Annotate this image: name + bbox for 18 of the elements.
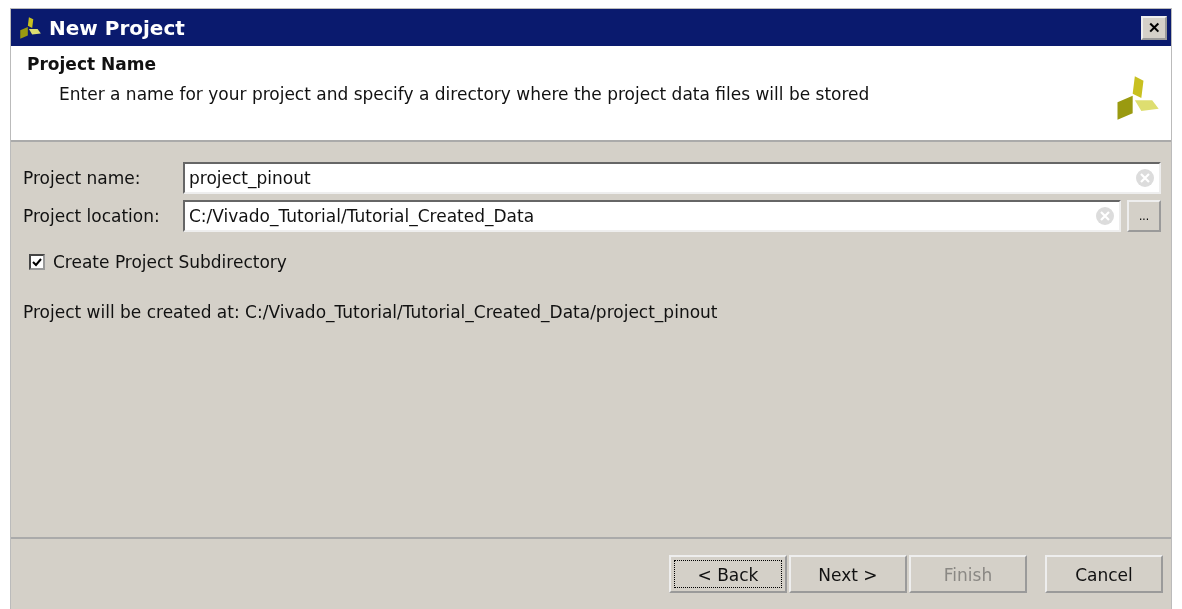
dialog-button[interactable]: Next > bbox=[789, 555, 907, 593]
checkbox[interactable] bbox=[29, 254, 45, 270]
close-button[interactable]: ✕ bbox=[1141, 15, 1167, 40]
page-description: Enter a name for your project and specify a directory where the project data files will be stored bbox=[58, 83, 871, 104]
clear-icon[interactable] bbox=[1095, 206, 1115, 226]
field-label: Project name: bbox=[23, 168, 142, 188]
logo-icon bbox=[17, 14, 43, 41]
window-title: New Project bbox=[49, 15, 186, 40]
checkbox-label[interactable]: Create Project Subdirectory bbox=[53, 252, 287, 272]
input-field[interactable]: C:/Vivado_Tutorial/Tutorial_Created_Data bbox=[183, 200, 1121, 232]
info-text: Project will be created at: C:/Vivado_Tutorial/Tutorial_Created_Data/project_pinout bbox=[23, 302, 719, 322]
dialog-button[interactable]: Cancel bbox=[1045, 555, 1163, 593]
input-field[interactable]: project_pinout bbox=[183, 162, 1161, 194]
page-title: Project Name bbox=[27, 54, 157, 74]
dialog-button[interactable]: < Back bbox=[669, 555, 787, 593]
browse-button[interactable]: ... bbox=[1127, 200, 1161, 232]
clear-icon[interactable] bbox=[1135, 168, 1155, 188]
field-label: Project location: bbox=[23, 206, 161, 226]
